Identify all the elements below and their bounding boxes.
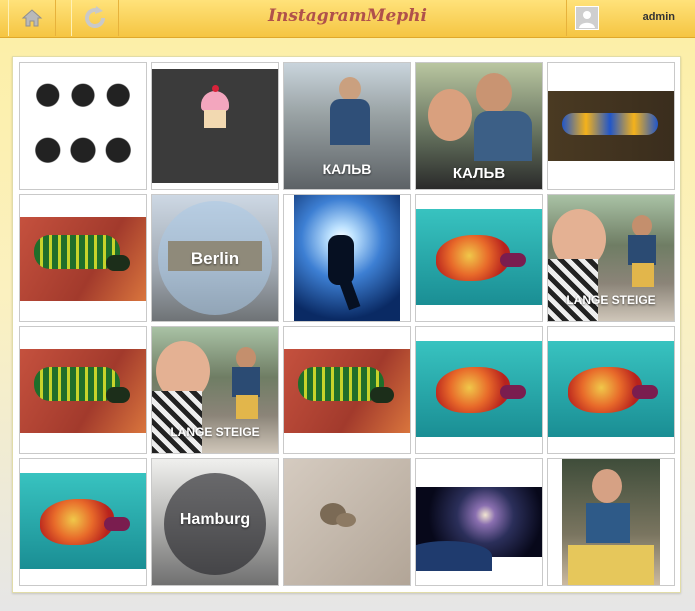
photo-image [632,385,658,399]
photo-image [328,235,354,285]
photo-image [436,235,510,281]
photo-caption: LANGE STEIGE [170,425,260,439]
photo-image [562,113,658,135]
user-icon [579,11,595,28]
photo-kalv-boy[interactable]: КАЛЬВ [283,62,411,190]
photo-caption: КАЛЬВ [322,161,372,177]
photo-image [592,469,622,503]
photo-image [236,347,256,369]
photo-image [586,503,630,543]
photo-image [106,255,130,271]
photo-nudibranch-red-2[interactable] [415,326,543,454]
photo-nudibranch-red-3[interactable] [547,326,675,454]
photo-image [212,85,219,92]
photo-nudibranch-green-1[interactable] [19,194,147,322]
photo-image [370,387,394,403]
photo-nudibranch-blue[interactable] [547,62,675,190]
photo-caption: Hamburg [179,511,251,528]
photo-grid: КАЛЬВ КАЛЬВ Berlin LANGE STEIGE LANGE STEIGE… [19,62,675,586]
photo-image [104,517,130,531]
photo-image [568,545,654,585]
top-bar: InstagramMephi admin [0,0,695,38]
user-menu[interactable]: admin [566,0,695,36]
photo-cupcake[interactable] [151,62,279,190]
photo-image [476,73,512,113]
photo-image [106,387,130,403]
photo-image [339,77,361,101]
photo-image [548,259,598,321]
photo-cat[interactable] [283,458,411,586]
photo-image [500,253,526,267]
photo-nudibranch-red-1[interactable] [415,194,543,322]
photo-caption: LANGE STEIGE [566,293,656,307]
photo-image [416,541,492,571]
photo-caption: КАЛЬВ [452,165,506,182]
photo-man-eating[interactable] [547,458,675,586]
photo-diver[interactable] [283,194,411,322]
photo-image [204,110,226,128]
photo-image [428,89,472,141]
photo-nudibranch-green-3[interactable] [283,326,411,454]
photo-image [201,91,229,111]
photo-image [632,263,654,287]
avatar [575,6,599,30]
photo-image [628,235,656,265]
username: admin [642,11,675,23]
photo-image [474,111,532,161]
photo-image [632,215,652,237]
photo-feed-panel: КАЛЬВ КАЛЬВ Berlin LANGE STEIGE LANGE STEIGE… [12,56,681,593]
photo-nudibranch-red-4[interactable] [19,458,147,586]
photo-image [28,71,138,181]
photo-berlin[interactable]: Berlin [151,194,279,322]
photo-caption: Berlin [190,249,240,268]
photo-image [40,499,114,545]
photo-lange-steige-1[interactable]: LANGE STEIGE [547,194,675,322]
photo-nudibranch-green-2[interactable] [19,326,147,454]
photo-image [436,367,510,413]
photo-image [568,367,642,413]
photo-image [232,367,260,397]
photo-image [330,99,370,145]
photo-kalv-couple[interactable]: КАЛЬВ [415,62,543,190]
photo-image [152,391,202,453]
photo-beards[interactable] [19,62,147,190]
photo-galaxy[interactable] [415,458,543,586]
photo-hamburg[interactable]: Hamburg [151,458,279,586]
photo-image [336,513,356,527]
photo-image [236,395,258,419]
photo-lange-steige-2[interactable]: LANGE STEIGE [151,326,279,454]
photo-image [500,385,526,399]
